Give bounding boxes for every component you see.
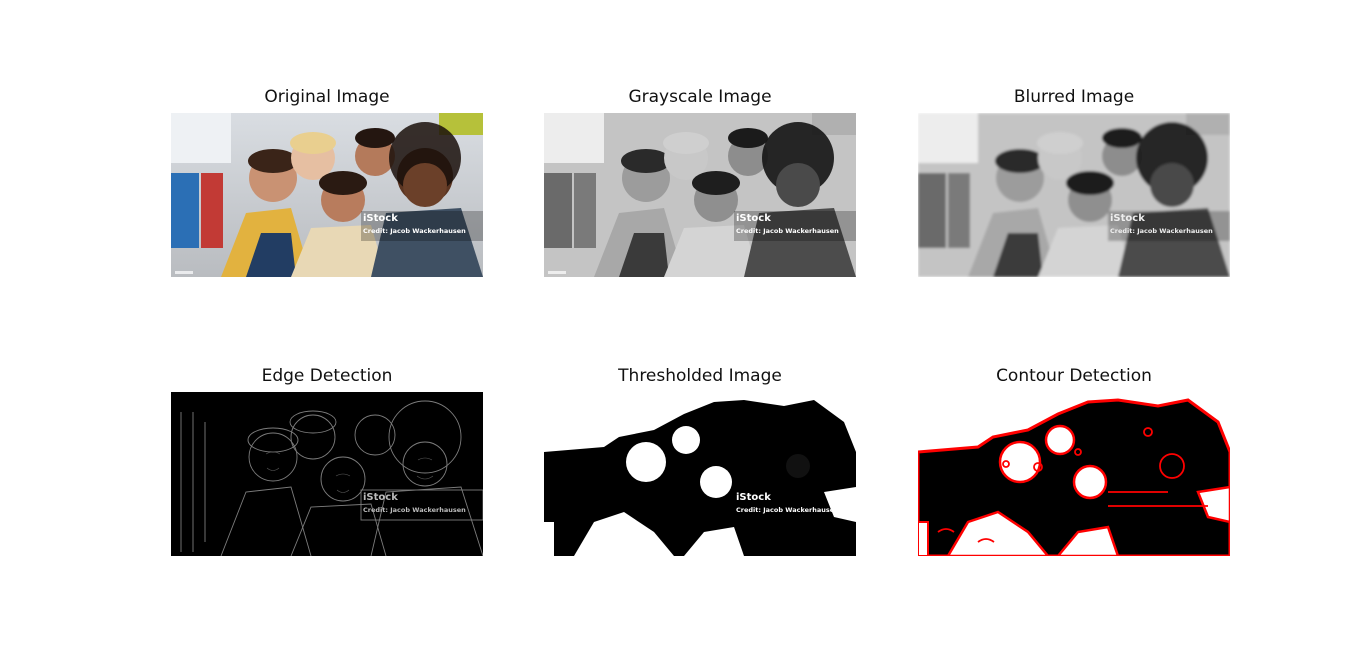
original-image: iStock Credit: Jacob Wackerhausen: [171, 113, 483, 277]
watermark-brand: iStock: [363, 213, 398, 224]
contour-detection-image: [918, 392, 1230, 556]
watermark-credit: Credit: Jacob Wackerhausen: [736, 506, 839, 514]
watermark-brand: iStock: [1110, 213, 1145, 224]
panel-title: Original Image: [264, 87, 390, 107]
panel-title: Contour Detection: [996, 366, 1152, 386]
watermark-brand: iStock: [363, 492, 398, 503]
watermark-credit: Credit: Jacob Wackerhausen: [1110, 227, 1213, 235]
watermark: iStock Credit: Jacob Wackerhausen: [734, 490, 856, 520]
blurred-image: iStock Credit: Jacob Wackerhausen: [918, 113, 1230, 277]
panel-title: Grayscale Image: [628, 87, 772, 107]
watermark: iStock Credit: Jacob Wackerhausen: [361, 490, 483, 520]
watermark: iStock Credit: Jacob Wackerhausen: [361, 211, 483, 241]
panel-title: Blurred Image: [1013, 87, 1135, 107]
watermark-credit: Credit: Jacob Wackerhausen: [363, 506, 466, 514]
watermark: iStock Credit: Jacob Wackerhausen: [1108, 211, 1230, 241]
watermark: iStock Credit: Jacob Wackerhausen: [734, 211, 856, 241]
panel-title: Thresholded Image: [618, 366, 782, 386]
grayscale-image: iStock Credit: Jacob Wackerhausen: [544, 113, 856, 277]
thresholded-image: iStock Credit: Jacob Wackerhausen: [544, 392, 856, 556]
panel-title: Edge Detection: [261, 366, 393, 386]
watermark-brand: iStock: [736, 492, 771, 503]
watermark-credit: Credit: Jacob Wackerhausen: [363, 227, 466, 235]
watermark-credit: Credit: Jacob Wackerhausen: [736, 227, 839, 235]
watermark-brand: iStock: [736, 213, 771, 224]
edge-detection-image: iStock Credit: Jacob Wackerhausen: [171, 392, 483, 556]
